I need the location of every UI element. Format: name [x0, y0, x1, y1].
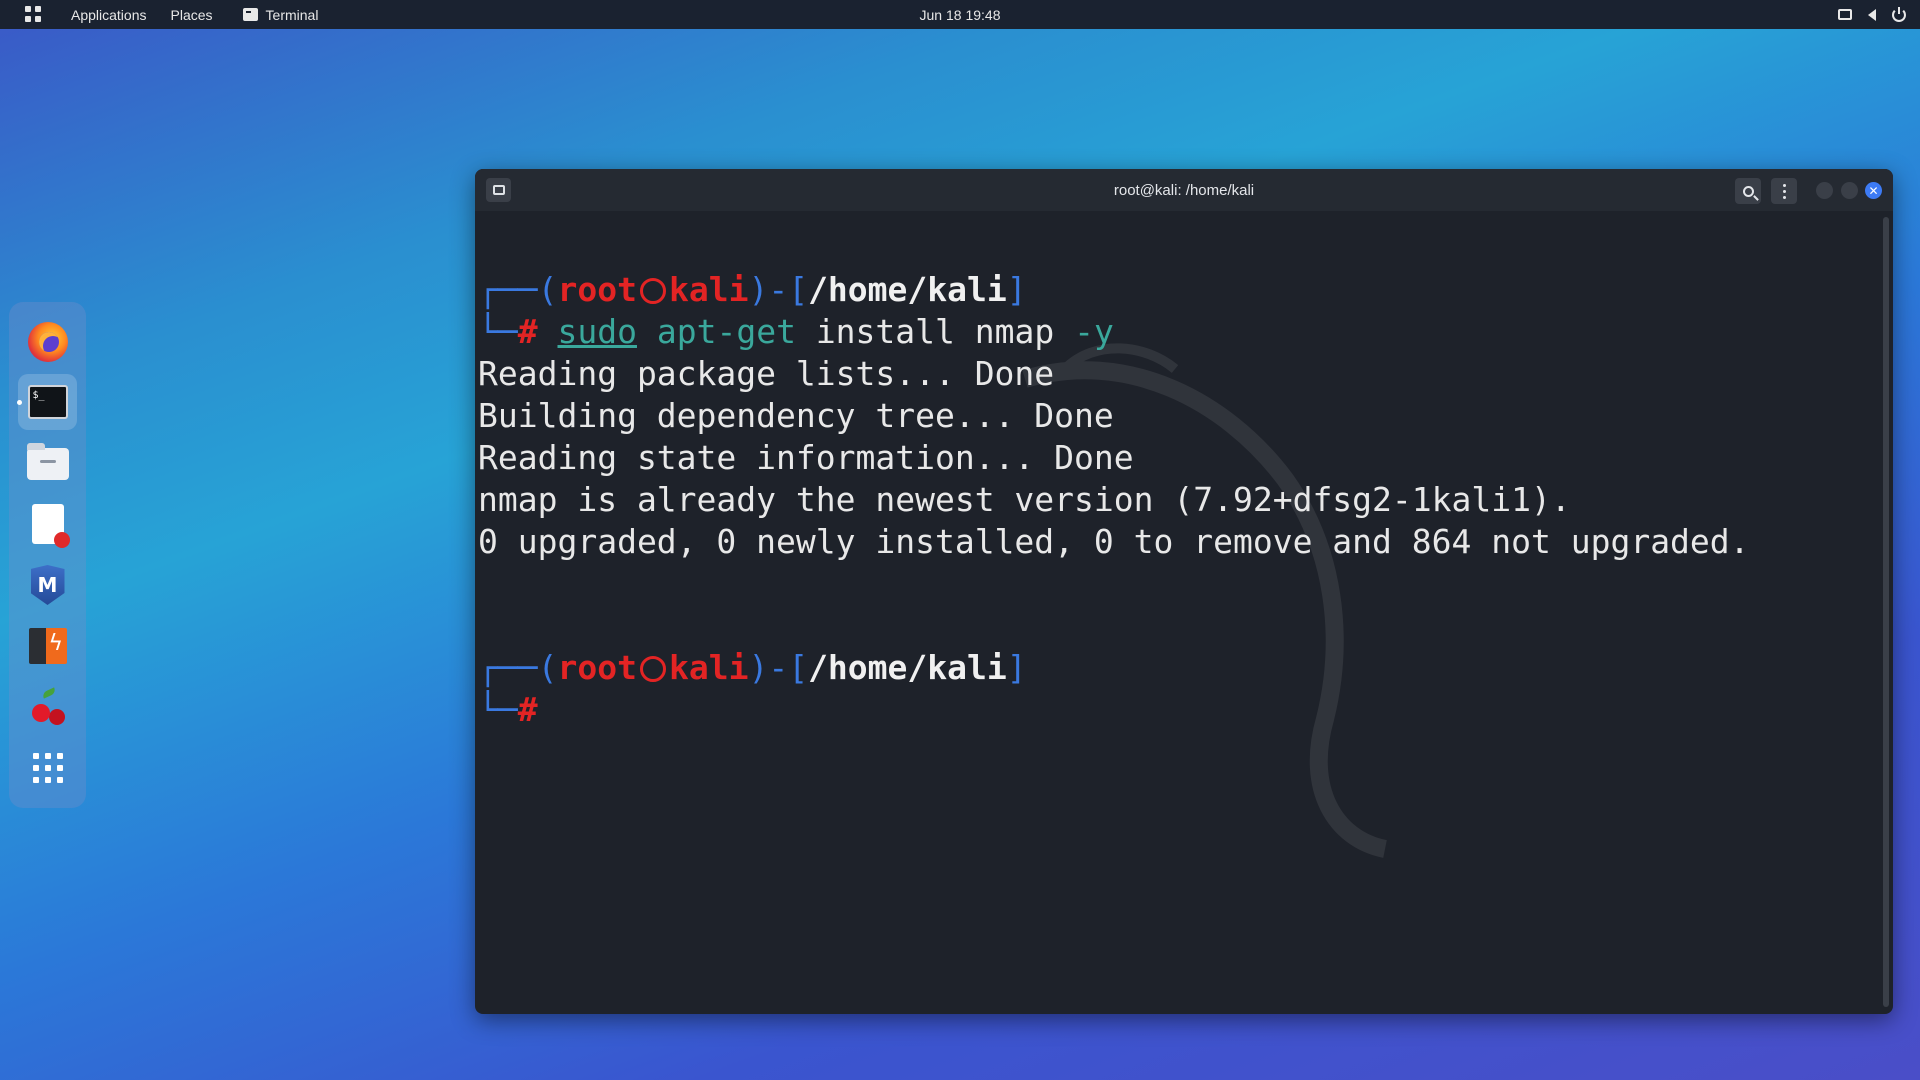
window-titlebar[interactable]: root@kali: /home/kali ✕ — [475, 169, 1893, 211]
metasploit-icon: M — [30, 565, 65, 605]
show-apps-grid-icon — [32, 753, 63, 783]
dock-item-show-apps[interactable] — [18, 740, 77, 796]
terminal-output[interactable]: ┌──(root kali)-[/home/kali] └─# sudo apt-g… — [475, 211, 1875, 1014]
output-line: Building dependency tree... Done — [478, 396, 1114, 435]
search-icon — [1742, 185, 1754, 197]
volume-icon[interactable] — [1868, 8, 1876, 21]
dock-item-metasploit[interactable]: M — [18, 557, 77, 613]
system-tray — [1838, 6, 1906, 22]
active-app-label: Terminal — [265, 6, 319, 23]
prompt-line: ┌──(root kali)-[/home/kali] — [478, 270, 1027, 309]
text-editor-icon — [31, 504, 70, 548]
dock-item-files[interactable] — [18, 436, 77, 492]
clock[interactable]: Jun 18 19:48 — [920, 7, 1001, 23]
dock-item-firefox[interactable] — [18, 314, 77, 370]
new-tab-button[interactable] — [486, 178, 511, 202]
dock-item-terminal[interactable]: $_ — [17, 374, 77, 430]
terminal-icon: $_ — [27, 385, 68, 419]
top-panel: Applications Places Terminal Jun 18 19:4… — [0, 0, 1920, 29]
dock-item-text-editor[interactable] — [18, 496, 77, 552]
dock-item-cherrytree[interactable] — [18, 680, 77, 736]
output-line: 0 upgraded, 0 newly installed, 0 to remo… — [478, 522, 1750, 561]
menu-button[interactable] — [1771, 178, 1797, 204]
display-icon[interactable] — [1838, 9, 1852, 20]
running-indicator — [17, 400, 22, 405]
dock: $_ M — [9, 302, 86, 808]
output-line: Reading state information... Done — [478, 438, 1134, 477]
kali-skull-icon — [639, 656, 666, 682]
prompt-line: ┌──(root kali)-[/home/kali] — [478, 648, 1027, 687]
new-tab-icon — [492, 185, 505, 195]
output-line: Reading package lists... Done — [478, 354, 1055, 393]
activities-grid-icon[interactable] — [25, 5, 43, 24]
minimize-button[interactable] — [1816, 182, 1833, 199]
power-icon[interactable] — [1892, 6, 1906, 22]
places-menu[interactable]: Places — [171, 7, 213, 23]
files-icon — [26, 443, 69, 480]
close-button[interactable]: ✕ — [1865, 182, 1882, 199]
search-button[interactable] — [1735, 178, 1761, 204]
command-line: └─# sudo apt-get install nmap -y — [478, 312, 1114, 351]
applications-menu[interactable]: Applications — [71, 7, 147, 23]
maximize-button[interactable] — [1841, 182, 1858, 199]
terminal-window[interactable]: root@kali: /home/kali ✕ ┌──(root kali)-[/… — [475, 169, 1893, 1014]
firefox-icon — [27, 322, 68, 362]
scrollbar[interactable] — [1883, 217, 1889, 1007]
window-title: root@kali: /home/kali — [1113, 181, 1255, 199]
kali-skull-icon — [639, 278, 666, 304]
output-line: nmap is already the newest version (7.92… — [478, 480, 1571, 519]
dock-item-burp-suite[interactable] — [18, 618, 77, 674]
input-line[interactable]: └─# — [478, 689, 1875, 731]
terminal-icon — [242, 8, 258, 21]
burp-suite-icon — [28, 628, 67, 664]
cherrytree-icon — [28, 688, 68, 728]
active-app-menu[interactable]: Terminal — [242, 6, 319, 23]
